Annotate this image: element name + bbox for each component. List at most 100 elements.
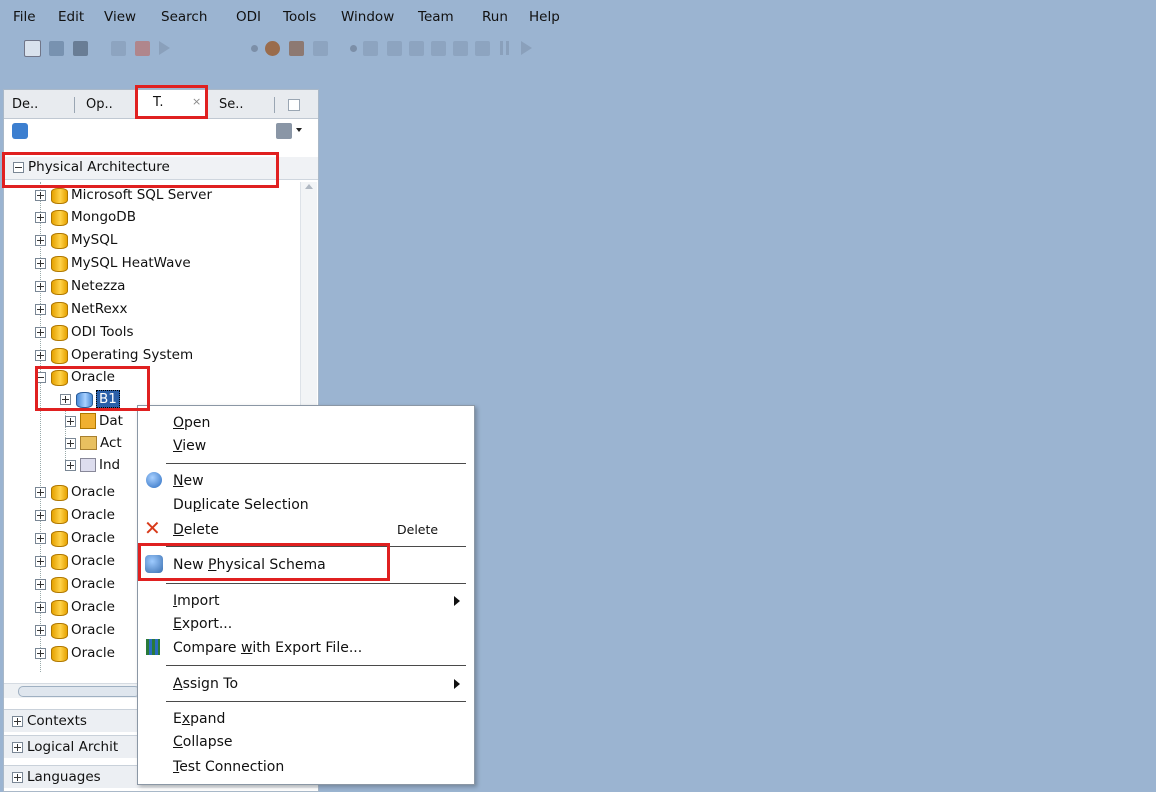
- tree-node-oracle-sibling[interactable]: Oracle: [35, 573, 115, 595]
- menu-view-item[interactable]: View: [173, 435, 206, 457]
- highlight-oracle-node: [35, 366, 150, 411]
- highlight-physical-architecture: [2, 152, 279, 188]
- pause-icon[interactable]: [494, 38, 514, 58]
- new-icon[interactable]: [22, 38, 42, 58]
- menu-team[interactable]: Team: [418, 9, 454, 25]
- step-icon-6[interactable]: [472, 38, 492, 58]
- tree-node-mongodb[interactable]: MongoDB: [35, 206, 136, 228]
- save-icon[interactable]: [46, 38, 66, 58]
- menu-compare-export[interactable]: Compare with Export File...: [173, 637, 362, 659]
- tree-node-oracle-sibling[interactable]: Oracle: [35, 527, 115, 549]
- menu-open[interactable]: Open: [173, 412, 210, 434]
- database-icon: [50, 300, 68, 318]
- menu-tools[interactable]: Tools: [283, 9, 316, 25]
- database-icon: [50, 186, 68, 204]
- menu-export[interactable]: Export...: [173, 613, 232, 635]
- save-all-icon[interactable]: [70, 38, 90, 58]
- tree-node-ind[interactable]: Ind: [65, 454, 120, 476]
- tree-node-dat[interactable]: Dat: [65, 410, 123, 432]
- menu-view[interactable]: View: [104, 9, 136, 25]
- step-icon-4[interactable]: [428, 38, 448, 58]
- datastore-icon: [80, 413, 96, 429]
- compare-icon: [146, 639, 160, 655]
- step-icon-2[interactable]: [384, 38, 404, 58]
- tab-designer[interactable]: De..: [6, 94, 44, 116]
- menu-new[interactable]: New: [173, 470, 204, 492]
- chevron-down-icon[interactable]: [296, 128, 302, 132]
- database-icon: [50, 529, 68, 547]
- tree-node-netrexx[interactable]: NetRexx: [35, 298, 128, 320]
- tab-operator[interactable]: Op..: [80, 94, 119, 116]
- database-icon: [50, 208, 68, 226]
- tree-node-act[interactable]: Act: [65, 432, 122, 454]
- regenerate-icon[interactable]: [108, 38, 128, 58]
- connect-icon[interactable]: [276, 123, 292, 139]
- menu-file[interactable]: File: [13, 9, 36, 25]
- tree-node-oracle-sibling[interactable]: Oracle: [35, 596, 115, 618]
- submenu-arrow-icon: [454, 596, 460, 606]
- tree-node-oracle-sibling[interactable]: Oracle: [35, 504, 115, 526]
- database-icon: [50, 575, 68, 593]
- tree-node-oracle-sibling[interactable]: Oracle: [35, 642, 115, 664]
- tree-node-netezza[interactable]: Netezza: [35, 275, 125, 297]
- toolbar: [0, 38, 1156, 66]
- menu-collapse[interactable]: Collapse: [173, 731, 233, 753]
- database-icon: [50, 277, 68, 295]
- debug-tool-icon[interactable]: [310, 38, 330, 58]
- context-menu: Open View New Duplicate Selection ✕ Dele…: [137, 405, 475, 785]
- menu-assign-to[interactable]: Assign To: [173, 673, 238, 695]
- debug-icon[interactable]: [262, 38, 282, 58]
- menu-duplicate-selection[interactable]: Duplicate Selection: [173, 494, 309, 516]
- database-icon: [50, 621, 68, 639]
- tab-security[interactable]: Se..: [213, 94, 250, 116]
- database-icon: [50, 231, 68, 249]
- submenu-arrow-icon: [454, 679, 460, 689]
- highlight-new-physical-schema: [138, 543, 390, 581]
- menu-run[interactable]: Run: [482, 9, 508, 25]
- tree-node-oracle-sibling[interactable]: Oracle: [35, 550, 115, 572]
- tree-node-oracle-sibling[interactable]: Oracle: [35, 619, 115, 641]
- folder-icon: [80, 436, 97, 450]
- run-icon[interactable]: [154, 38, 174, 58]
- scroll-up-icon[interactable]: [305, 184, 313, 189]
- breakpoint-icon[interactable]: [244, 38, 264, 58]
- database-icon: [50, 483, 68, 501]
- database-icon: [50, 323, 68, 341]
- tree-node-mysql-heatwave[interactable]: MySQL HeatWave: [35, 252, 191, 274]
- database-icon: [50, 644, 68, 662]
- new-icon: [146, 472, 162, 488]
- tree-node-oracle-sibling[interactable]: Oracle: [35, 481, 115, 503]
- menu-odi[interactable]: ODI: [236, 9, 261, 25]
- database-icon: [50, 506, 68, 524]
- generate-scenario-icon[interactable]: [132, 38, 152, 58]
- menu-delete[interactable]: Delete: [173, 519, 219, 541]
- delete-shortcut: Delete: [397, 522, 439, 537]
- menu-import[interactable]: Import: [173, 590, 219, 612]
- refresh-icon[interactable]: [12, 123, 28, 139]
- database-icon: [50, 552, 68, 570]
- database-icon: [50, 254, 68, 272]
- step-icon-3[interactable]: [406, 38, 426, 58]
- menu-edit[interactable]: Edit: [58, 9, 84, 25]
- scroll-thumb[interactable]: [18, 686, 140, 697]
- debug-settings-icon[interactable]: [286, 38, 306, 58]
- index-icon: [80, 458, 96, 472]
- database-icon: [50, 598, 68, 616]
- menu-search[interactable]: Search: [161, 9, 207, 25]
- panel-toolbar: [4, 119, 318, 143]
- highlight-topology-tab: [135, 85, 208, 119]
- menu-test-connection[interactable]: Test Connection: [173, 756, 284, 778]
- resume-icon[interactable]: [516, 38, 536, 58]
- step-icon-5[interactable]: [450, 38, 470, 58]
- delete-icon: ✕: [144, 516, 161, 540]
- tree-node-operating-system[interactable]: Operating System: [35, 344, 193, 366]
- menu-help[interactable]: Help: [529, 9, 560, 25]
- database-icon: [50, 346, 68, 364]
- menu-expand[interactable]: Expand: [173, 708, 225, 730]
- tree-node-odi-tools[interactable]: ODI Tools: [35, 321, 134, 343]
- tree-node-mysql[interactable]: MySQL: [35, 229, 117, 251]
- step-icon-1[interactable]: [360, 38, 380, 58]
- minimize-icon[interactable]: [288, 99, 300, 111]
- menu-window[interactable]: Window: [341, 9, 394, 25]
- menu-bar: File Edit View Search ODI Tools Window T…: [0, 0, 1156, 38]
